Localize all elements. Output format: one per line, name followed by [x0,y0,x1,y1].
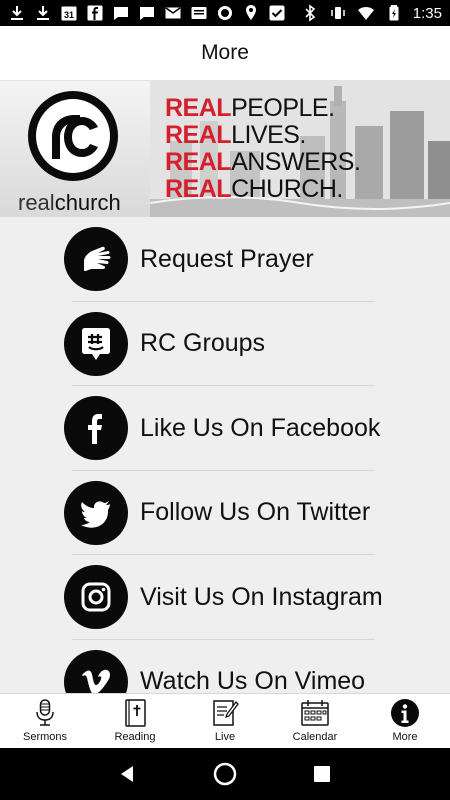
gmail-icon [164,4,182,22]
vibrate-icon [329,4,347,22]
instagram-icon [64,565,128,630]
bible-icon [125,699,146,727]
download-icon [8,4,26,22]
message-icon [138,4,156,22]
tab-label: Sermons [22,731,68,743]
calendar-notification-icon: 31 [60,4,78,22]
wifi-icon [357,4,375,22]
tagline-row: REALPEOPLE. [165,95,360,122]
check-icon [268,4,286,22]
menu-item-vimeo[interactable]: Watch Us On Vimeo [0,640,450,693]
tab-calendar[interactable]: Calendar [270,694,360,748]
tagline-row: REALCHURCH. [165,176,360,203]
menu-item-label: Follow Us On Twitter [140,498,371,527]
app-bar: More [0,26,450,81]
tab-label: Calendar [292,731,338,743]
microphone-icon [36,699,54,726]
circle-icon [216,4,234,22]
praying-hands-icon [64,227,128,292]
logo-text-real: real [18,190,55,215]
facebook-notification-icon [86,4,104,22]
menu-item-instagram[interactable]: Visit Us On Instagram [0,555,450,640]
home-circle-icon [213,762,237,786]
maps-icon [242,4,260,22]
tagline-black: PEOPLE. [231,94,335,122]
groupme-icon [64,311,128,376]
menu-item-facebook[interactable]: Like Us On Facebook [0,386,450,471]
tagline-black: ANSWERS. [231,148,361,176]
tab-label: Live [214,731,236,743]
tagline-row: REALLIVES. [165,122,360,149]
status-time: 1:35 [412,4,442,22]
back-button[interactable] [113,759,143,789]
info-icon [391,699,419,727]
church-banner: realchurch REALPEOPLE. REALLIVES. REALAN… [0,81,450,217]
logo-text-church: church [54,190,121,215]
system-icons: 1:35 [301,4,442,22]
tab-label: More [392,731,418,743]
page-title: More [201,41,249,64]
tab-live[interactable]: Live [180,694,270,748]
tagline-red: REAL [165,121,232,149]
vimeo-icon [64,649,128,693]
svg-text:31: 31 [64,10,74,20]
menu-item-label: Like Us On Facebook [140,413,381,442]
system-nav-bar [0,748,450,800]
menu-item-label: RC Groups [140,329,266,358]
facebook-icon [64,396,128,461]
bible-app-icon [190,4,208,22]
notepad-icon [213,700,239,726]
menu-item-rc-groups[interactable]: RC Groups [0,302,450,387]
back-triangle-icon [121,766,134,782]
battery-icon [385,4,403,22]
recents-square-icon [313,766,330,782]
bluetooth-icon [301,4,319,22]
notification-icons: 31 [8,4,286,22]
menu-item-label: Visit Us On Instagram [140,582,383,611]
tagline-block: REALPEOPLE. REALLIVES. REALANSWERS. REAL… [165,95,361,203]
tagline-red: REAL [165,94,232,122]
logo-wordmark: realchurch [18,190,121,216]
menu-item-label: Watch Us On Vimeo [140,667,366,693]
twitter-icon [64,480,128,545]
message-icon [112,4,130,22]
calendar-icon [301,700,329,726]
rc-logo-mark [28,91,118,181]
recents-button[interactable] [307,759,337,789]
tab-label: Reading [114,731,156,743]
bottom-tab-bar: Sermons Reading Live Calendar More [0,693,450,748]
tab-more[interactable]: More [360,694,450,748]
realchurch-logo: realchurch [18,89,130,217]
content-area[interactable]: realchurch REALPEOPLE. REALLIVES. REALAN… [0,81,450,693]
menu-item-label: Request Prayer [140,244,314,273]
status-bar: 31 1:35 [0,0,450,26]
tagline-red: REAL [165,175,232,203]
menu-item-twitter[interactable]: Follow Us On Twitter [0,471,450,556]
download-icon [34,4,52,22]
tab-reading[interactable]: Reading [90,694,180,748]
tagline-black: LIVES. [231,121,306,149]
tagline-red: REAL [165,148,232,176]
tagline-row: REALANSWERS. [165,148,361,176]
menu-item-request-prayer[interactable]: Request Prayer [0,217,450,302]
home-button[interactable] [210,759,240,789]
tab-sermons[interactable]: Sermons [0,694,90,748]
tagline-black: CHURCH. [231,175,343,203]
more-menu-list: Request Prayer RC Groups Like Us On Face… [0,217,450,693]
